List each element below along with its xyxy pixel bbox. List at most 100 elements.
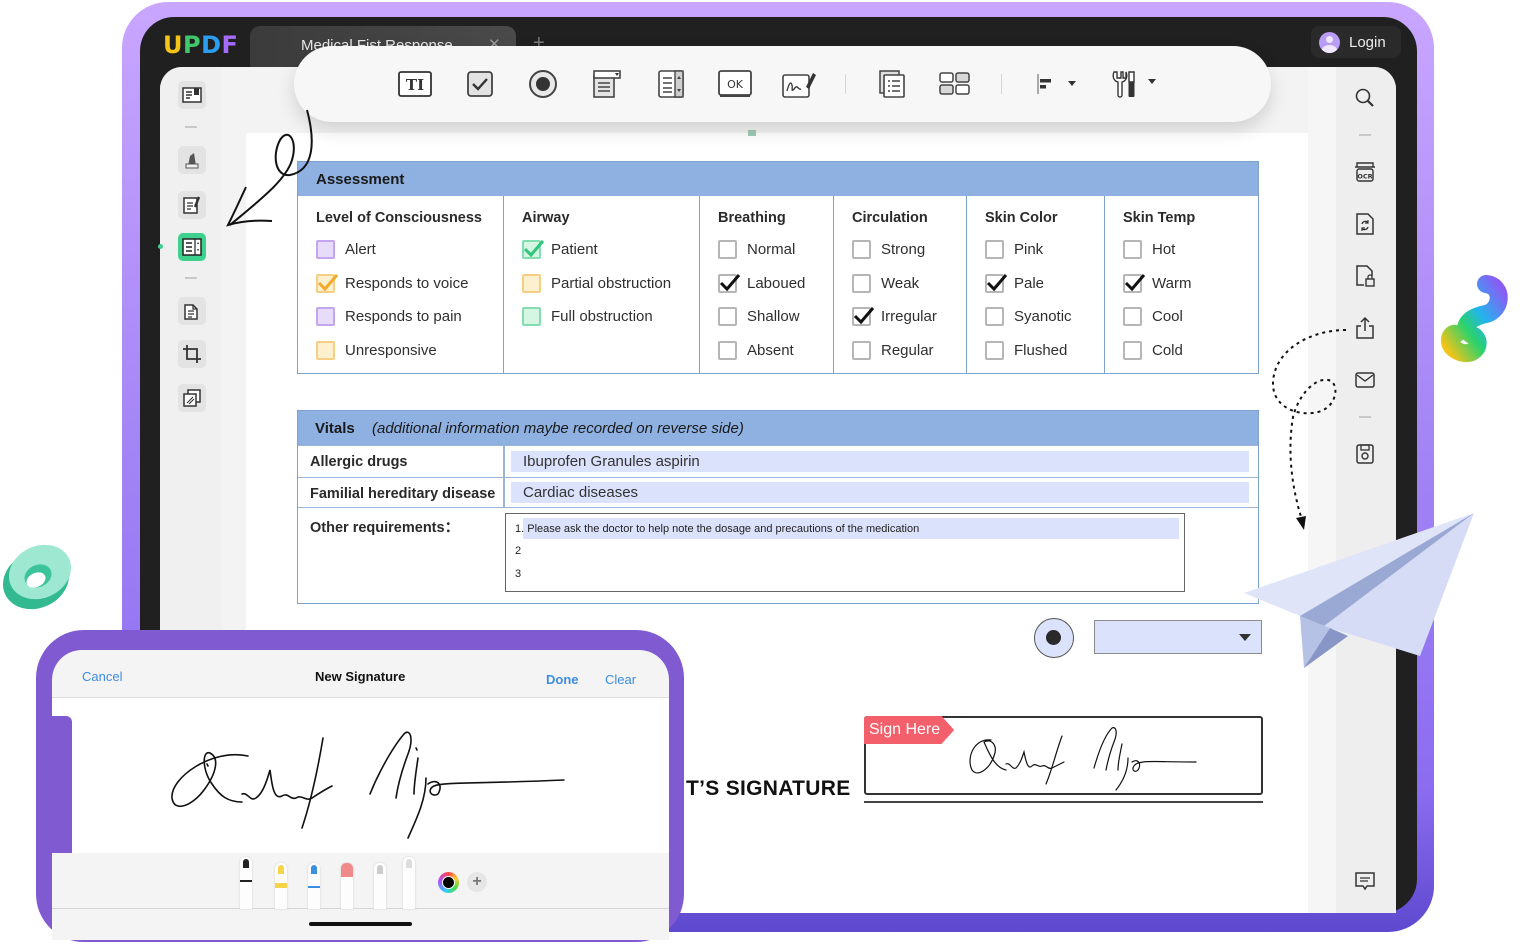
checkbox-option[interactable]: Shallow <box>718 307 800 326</box>
checkbox-tool-button[interactable] <box>462 69 498 99</box>
checkbox-option[interactable]: Warm <box>1123 273 1191 293</box>
checkbox-unchecked[interactable] <box>852 273 871 293</box>
checkbox-option[interactable]: Pale <box>985 273 1044 293</box>
radio-button-tool-button[interactable] <box>525 69 561 99</box>
checkbox-option[interactable]: Patient <box>522 240 598 259</box>
right-rail-convert[interactable] <box>1352 211 1378 237</box>
combo-box-tool-button[interactable] <box>589 69 625 99</box>
checkbox-option[interactable]: Cold <box>1123 340 1183 360</box>
checkbox-unchecked[interactable] <box>852 240 871 259</box>
button-tool-button[interactable]: OK <box>717 69 753 99</box>
checkbox-option[interactable]: Alert <box>316 240 376 259</box>
signature-canvas[interactable] <box>52 698 669 853</box>
vitals-row-hereditary-disease: Familial hereditary disease Cardiac dise… <box>298 477 1258 507</box>
login-button[interactable]: Login <box>1311 26 1401 58</box>
pencil-icon[interactable] <box>308 863 320 909</box>
more-tools-button[interactable] <box>1110 69 1160 99</box>
marker-icon[interactable] <box>275 863 287 909</box>
checkbox-option[interactable]: Normal <box>718 240 795 259</box>
left-rail-edit[interactable] <box>178 191 206 219</box>
checkbox-checked[interactable] <box>522 240 545 259</box>
hereditary-disease-field[interactable]: Cardiac diseases <box>511 482 1249 503</box>
checkbox-unchecked[interactable] <box>522 273 541 293</box>
eraser-icon[interactable] <box>341 863 353 909</box>
checkbox-option[interactable]: Unresponsive <box>316 340 437 360</box>
color-wheel-icon[interactable] <box>438 872 459 893</box>
checkbox-unchecked[interactable] <box>718 307 737 326</box>
ruler-icon[interactable] <box>403 857 415 909</box>
left-rail-reader[interactable] <box>178 81 206 109</box>
allergic-drugs-field[interactable]: Ibuprofen Granules aspirin <box>511 451 1249 472</box>
right-rail-protect[interactable] <box>1352 263 1378 289</box>
text-field-tool-button[interactable]: TI <box>397 69 433 99</box>
checkbox-unchecked[interactable] <box>1123 340 1142 360</box>
left-rail-redact[interactable] <box>178 384 206 412</box>
clear-button[interactable]: Clear <box>605 672 636 687</box>
checkbox-unchecked[interactable] <box>718 240 737 259</box>
right-rail-share[interactable] <box>1352 315 1378 341</box>
checkbox-option[interactable]: Weak <box>852 273 919 293</box>
checkbox-checked[interactable] <box>316 273 339 293</box>
right-rail-search[interactable] <box>1352 85 1378 111</box>
signature-label: T’S SIGNATURE <box>686 777 851 800</box>
checkbox-unchecked[interactable] <box>852 340 871 360</box>
tool-band <box>308 886 320 888</box>
add-tool-plus-icon[interactable]: + <box>467 872 487 892</box>
form-fields-list-button[interactable] <box>874 69 910 99</box>
checkbox-unchecked[interactable] <box>316 340 335 360</box>
checkbox-checked[interactable] <box>718 273 741 293</box>
ocr-icon: OCR <box>1355 162 1375 182</box>
grid-layout-button[interactable] <box>937 69 973 99</box>
signature-tool-button[interactable] <box>781 69 817 99</box>
right-rail-save[interactable] <box>1352 441 1378 467</box>
checkbox-option[interactable]: Cool <box>1123 307 1183 326</box>
checkbox-option[interactable]: Full obstruction <box>522 307 653 326</box>
checkbox-option[interactable]: Laboued <box>718 273 805 293</box>
checkbox-unchecked[interactable] <box>316 307 335 326</box>
toolbar-divider <box>845 74 846 94</box>
pen-icon[interactable] <box>240 857 252 909</box>
radio-button-field[interactable] <box>1034 618 1074 658</box>
right-rail-comments[interactable] <box>1352 868 1378 894</box>
list-box-tool-button[interactable] <box>653 69 689 99</box>
requirement-line-2: 2 <box>515 545 522 557</box>
right-rail-email[interactable] <box>1352 367 1378 393</box>
checkbox-option[interactable]: Regular <box>852 340 934 360</box>
checkbox-option[interactable]: Flushed <box>985 340 1067 360</box>
checkbox-option[interactable]: Absent <box>718 340 794 360</box>
left-rail-prepare-form[interactable] <box>178 233 206 261</box>
checkbox-option[interactable]: Syanotic <box>985 307 1072 326</box>
cancel-button[interactable]: Cancel <box>82 669 122 684</box>
done-button[interactable]: Done <box>546 672 579 687</box>
right-rail-ocr[interactable]: OCR <box>1352 159 1378 185</box>
left-rail-comment[interactable] <box>178 146 206 174</box>
other-requirements-textarea[interactable]: 1. Please ask the doctor to help note th… <box>505 513 1185 592</box>
checkbox-checked[interactable] <box>852 307 875 326</box>
checkbox-option[interactable]: Pink <box>985 240 1043 259</box>
lasso-icon[interactable] <box>374 863 386 909</box>
checkbox-checked[interactable] <box>985 273 1008 293</box>
tool-tip-color <box>377 865 383 874</box>
checkbox-unchecked[interactable] <box>985 307 1004 326</box>
left-rail-crop[interactable] <box>178 340 206 368</box>
checkbox-option[interactable]: Partial obstruction <box>522 273 671 293</box>
align-tool-button[interactable] <box>1033 69 1079 99</box>
dropdown-field[interactable] <box>1094 620 1262 654</box>
checkbox-unchecked[interactable] <box>985 240 1004 259</box>
checkbox-option[interactable]: Irregular <box>852 307 937 326</box>
checkbox-checked[interactable] <box>1123 273 1146 293</box>
left-rail-organize[interactable] <box>178 297 206 325</box>
checkbox-option[interactable]: Hot <box>1123 240 1175 259</box>
checkbox-option[interactable]: Strong <box>852 240 925 259</box>
checkbox-option[interactable]: Responds to voice <box>316 273 468 293</box>
checkbox-unchecked[interactable] <box>718 340 737 360</box>
checkbox-unchecked[interactable] <box>316 240 335 259</box>
checkbox-unchecked[interactable] <box>1123 240 1142 259</box>
checkbox-unchecked[interactable] <box>985 340 1004 360</box>
home-indicator <box>309 922 412 926</box>
checkbox-unchecked[interactable] <box>522 307 541 326</box>
comment-icon <box>1355 872 1375 891</box>
logo-letter-d: D <box>201 31 222 59</box>
checkbox-unchecked[interactable] <box>1123 307 1142 326</box>
checkbox-option[interactable]: Responds to pain <box>316 307 462 326</box>
